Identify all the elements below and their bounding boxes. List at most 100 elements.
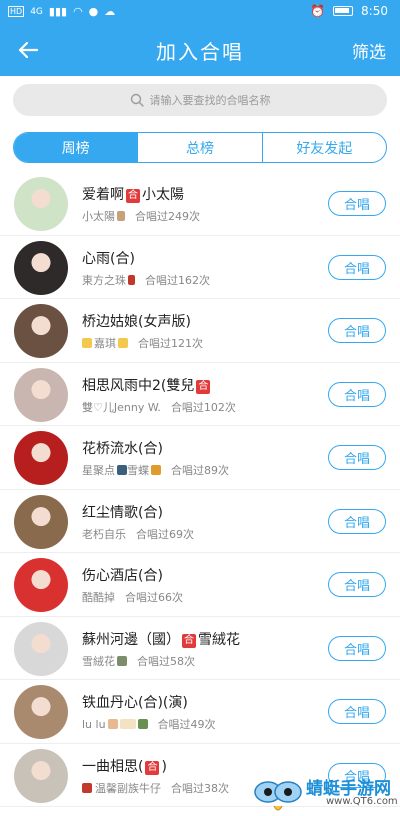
status-bar: HD 4G ▮▮▮ ◠ ● ☁ ⏰ 8:50 <box>0 0 400 24</box>
song-title: 桥边姑娘(女声版) <box>82 311 191 331</box>
join-chorus-button[interactable]: 合唱 <box>328 381 386 407</box>
filter-button[interactable]: 筛选 <box>352 38 386 63</box>
song-name: 爱着啊 <box>82 187 124 203</box>
avatar[interactable] <box>14 558 68 612</box>
user-name: lu lu <box>82 718 106 731</box>
song-suffix: 雪絨花 <box>198 631 240 648</box>
list-item[interactable]: 铁血丹心(合)(演) lu lu 合唱过49次 合唱 <box>0 680 400 744</box>
search-input[interactable]: 请输入要查找的合唱名称 <box>13 84 387 116</box>
avatar[interactable] <box>14 177 68 231</box>
song-name: 铁血丹心(合)(演) <box>82 695 188 711</box>
item-meta: 星聚点 雪蝶 合唱过89次 <box>82 462 229 478</box>
chorus-count: 合唱过49次 <box>157 718 216 731</box>
scenery-icon <box>119 719 136 729</box>
list-item[interactable]: 伤心酒店(合) 酷酷掉 合唱过66次 合唱 <box>0 553 400 617</box>
song-name: 一曲相思( <box>82 758 144 775</box>
network-label: HD <box>8 6 25 17</box>
song-title: 一曲相思(合) <box>82 756 167 776</box>
ranking-tabs: 周榜 总榜 好友发起 <box>13 132 387 163</box>
list-item[interactable]: 桥边姑娘(女声版) 嘉琪 合唱过121次 合唱 <box>0 299 400 363</box>
song-title: 爱着啊合小太陽 <box>82 184 184 204</box>
song-title: 心雨(合) <box>82 248 135 268</box>
watermark: 蜻蜓手游网 www.QT6.com <box>250 770 400 816</box>
list-item[interactable]: 蘇州河邊（國）合雪絨花 雪絨花 合唱过58次 合唱 <box>0 617 400 680</box>
page-title: 加入合唱 <box>156 40 244 64</box>
battery-icon <box>333 6 354 16</box>
status-icons: HD 4G ▮▮▮ ◠ ● ☁ <box>8 5 115 18</box>
search-icon <box>130 93 144 107</box>
chorus-count: 合唱过69次 <box>136 527 194 541</box>
song-name: 相思风雨中2(雙兒 <box>82 377 195 394</box>
avatar[interactable] <box>14 621 68 676</box>
sparkle-icon <box>82 338 92 348</box>
sparkle-icon <box>118 338 128 348</box>
song-suffix: 小太陽 <box>142 187 184 203</box>
avatar[interactable] <box>14 367 68 422</box>
dress-icon <box>128 274 135 285</box>
join-chorus-button[interactable]: 合唱 <box>328 318 386 343</box>
footprint-icon <box>117 211 125 221</box>
signal-icon: ▮▮▮ <box>48 5 68 18</box>
list-item[interactable]: 心雨(合) 東方之珠 合唱过162次 合唱 <box>0 236 400 299</box>
list-item[interactable]: 爱着啊合小太陽 小太陽 合唱过249次 合唱 <box>0 172 400 236</box>
tab-overall[interactable]: 总榜 <box>137 133 261 162</box>
join-chorus-button[interactable]: 合唱 <box>328 445 386 470</box>
user-name: 小太陽 <box>82 210 115 223</box>
list-item[interactable]: 相思风雨中2(雙兒合 雙♡儿Jenny W. 合唱过102次 合唱 <box>0 363 400 426</box>
song-suffix: ) <box>161 758 167 775</box>
join-chorus-button[interactable]: 合唱 <box>328 572 386 597</box>
item-meta: 酷酷掉 合唱过66次 <box>82 589 183 605</box>
butterfly-icon <box>151 465 161 475</box>
wifi-icon: ◠ <box>73 5 83 18</box>
item-meta: 温馨副族牛仔 合唱过38次 <box>82 780 229 796</box>
join-chorus-button[interactable]: 合唱 <box>328 699 386 724</box>
join-chorus-button[interactable]: 合唱 <box>328 508 386 534</box>
join-chorus-button[interactable]: 合唱 <box>328 254 386 280</box>
item-meta: lu lu 合唱过49次 <box>82 716 216 732</box>
user-name-part: 雪蝶 <box>127 464 149 477</box>
song-name: 心雨(合) <box>82 250 135 267</box>
user-name: 雪絨花 <box>82 654 115 668</box>
join-chorus-button[interactable]: 合唱 <box>328 635 386 661</box>
avatar[interactable] <box>14 494 68 549</box>
song-title: 红尘情歌(合) <box>82 502 163 522</box>
nav-bar: 加入合唱 筛选 <box>0 24 400 76</box>
song-title: 相思风雨中2(雙兒合 <box>82 375 212 395</box>
user-name: 星聚点 <box>82 464 115 477</box>
chorus-badge: 合 <box>196 379 211 394</box>
song-name: 伤心酒店(合) <box>82 568 163 584</box>
speed-label: 4G <box>30 6 43 17</box>
chorus-count: 合唱过89次 <box>171 464 229 477</box>
chorus-count: 合唱过58次 <box>137 654 195 668</box>
alarm-icon: ⏰ <box>310 4 326 18</box>
user-name: 老朽自乐 <box>82 527 126 541</box>
avatar[interactable] <box>14 431 68 485</box>
item-meta: 嘉琪 合唱过121次 <box>82 335 203 351</box>
avatar[interactable] <box>14 748 68 803</box>
chorus-count: 合唱过38次 <box>171 781 229 795</box>
list-item[interactable]: 花桥流水(合) 星聚点 雪蝶 合唱过89次 合唱 <box>0 426 400 490</box>
chorus-badge: 合 <box>126 189 140 203</box>
join-chorus-button[interactable]: 合唱 <box>328 191 386 216</box>
scenery-icon <box>117 465 127 475</box>
face-icon <box>107 719 118 729</box>
tab-weekly[interactable]: 周榜 <box>14 133 138 162</box>
user-name: 東方之珠 <box>82 273 126 287</box>
user-name: 雙♡儿Jenny W. <box>82 400 161 414</box>
avatar[interactable] <box>14 685 68 739</box>
item-meta: 雪絨花 合唱过58次 <box>82 653 195 669</box>
list-item[interactable]: 红尘情歌(合) 老朽自乐 合唱过69次 合唱 <box>0 490 400 553</box>
avatar[interactable] <box>14 240 68 295</box>
song-title: 铁血丹心(合)(演) <box>82 692 188 712</box>
user-name: 温馨副族牛仔 <box>95 781 161 795</box>
avatar[interactable] <box>14 304 68 358</box>
status-time: 8:50 <box>361 4 388 18</box>
chorus-count: 合唱过162次 <box>145 273 210 287</box>
tab-friends[interactable]: 好友发起 <box>261 133 386 162</box>
item-meta: 雙♡儿Jenny W. 合唱过102次 <box>82 399 236 415</box>
cloud-icon: ☁ <box>104 5 116 18</box>
watermark-url: www.QT6.com <box>326 796 398 807</box>
chorus-count: 合唱过102次 <box>170 400 236 414</box>
search-placeholder: 请输入要查找的合唱名称 <box>149 94 271 107</box>
status-right: ⏰ 8:50 <box>310 4 388 18</box>
